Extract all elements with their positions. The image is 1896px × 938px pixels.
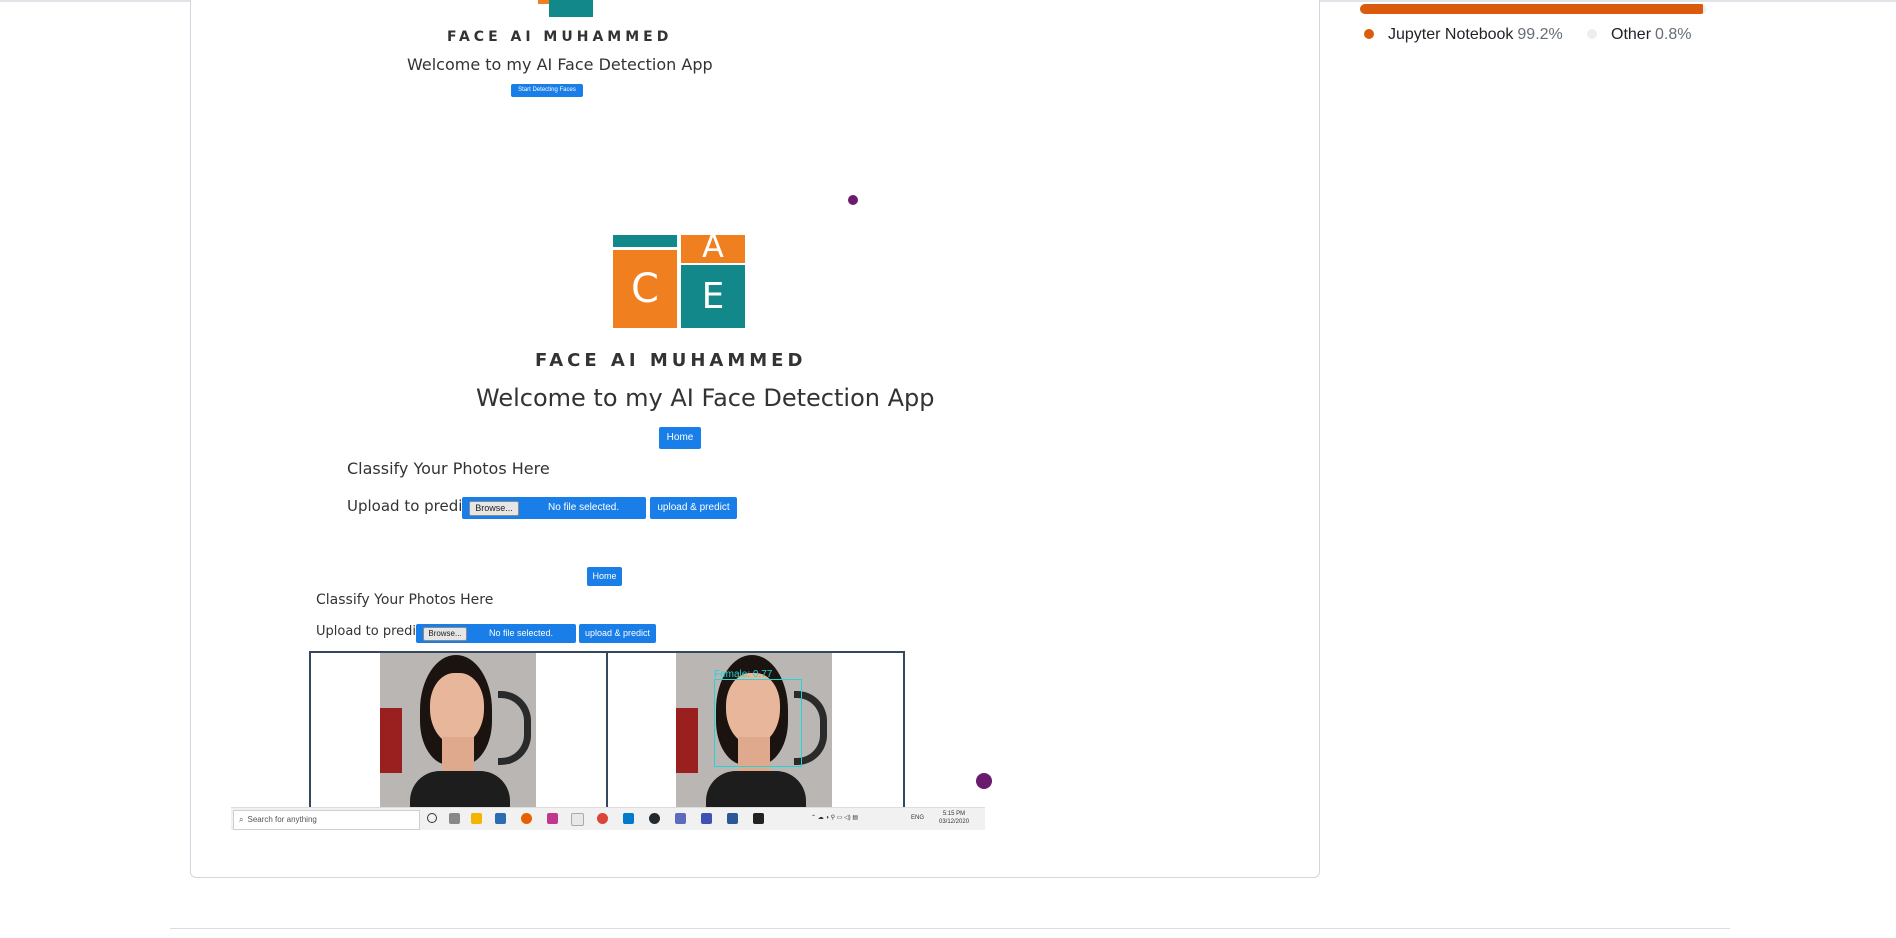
- taskbar-clock[interactable]: 5:15 PM 03/12/2020: [939, 810, 969, 826]
- backdrop-red-2: [676, 708, 698, 773]
- start-detecting-button[interactable]: Start Detecting Faces: [511, 84, 583, 97]
- original-photo: [380, 653, 536, 809]
- logo-letter-e: E: [701, 276, 725, 317]
- file-status-text-2: No file selected.: [489, 628, 554, 638]
- search-icon: ⌕: [239, 815, 244, 824]
- logo-letter-a: A: [702, 227, 724, 265]
- home-button[interactable]: Home: [659, 427, 701, 449]
- file-input-2[interactable]: Browse... No file selected.: [416, 624, 576, 643]
- vscode-icon[interactable]: [623, 813, 634, 824]
- upload-label-2: Upload to predict: [316, 624, 429, 639]
- language-bar-other[interactable]: [1703, 4, 1706, 14]
- language-percent: 99.2%: [1517, 26, 1563, 43]
- task-view-icon[interactable]: [449, 813, 460, 824]
- taskbar-time: 5:15 PM: [942, 811, 966, 817]
- language-name: Jupyter Notebook: [1388, 26, 1514, 43]
- language-bar-jupyter[interactable]: [1360, 4, 1703, 14]
- face-detection-box: [714, 679, 802, 767]
- taskbar-date: 03/12/2020: [939, 819, 970, 825]
- readme-container: FACE AI MUHAMMED Welcome to my AI Face D…: [190, 0, 1320, 878]
- github-icon[interactable]: [649, 813, 660, 824]
- windows-taskbar: ⌕ Search for anything ⌃ ☁ ◑ ⚲ ▭ ◁) ▤ ENG …: [231, 807, 985, 830]
- logo-square-teal-top: [549, 0, 593, 17]
- file-input[interactable]: Browse... No file selected.: [462, 497, 646, 519]
- upload-predict-button-2[interactable]: upload & predict: [579, 624, 656, 643]
- browse-button[interactable]: Browse...: [469, 501, 519, 516]
- cursor-marker: [848, 195, 858, 205]
- store-icon[interactable]: [495, 813, 506, 824]
- welcome-heading-top: Welcome to my AI Face Detection App: [407, 55, 713, 74]
- file-explorer-icon[interactable]: [471, 813, 482, 824]
- welcome-heading: Welcome to my AI Face Detection App: [476, 384, 935, 412]
- classify-heading-2: Classify Your Photos Here: [316, 592, 494, 608]
- taskbar-search[interactable]: ⌕ Search for anything: [233, 810, 420, 830]
- chrome-icon[interactable]: [597, 813, 608, 824]
- logo-square-teal-a: [613, 235, 677, 247]
- frame-divider: [606, 653, 608, 809]
- terminal-icon[interactable]: [753, 813, 764, 824]
- languages-bar: [1360, 4, 1706, 14]
- language-percent: 0.8%: [1655, 26, 1692, 43]
- language-name: Other: [1611, 26, 1652, 43]
- shirt: [410, 771, 510, 809]
- detection-label: Female: 0.77: [714, 669, 773, 680]
- face: [430, 673, 484, 745]
- upload-predict-button[interactable]: upload & predict: [650, 497, 737, 519]
- cursor-marker-2: [976, 773, 992, 789]
- teams-icon[interactable]: [675, 813, 686, 824]
- logo-square-orange-a: A: [681, 230, 745, 263]
- detected-photo: Female: 0.77: [676, 653, 832, 809]
- backdrop-letter: [498, 691, 531, 765]
- browse-button-2[interactable]: Browse...: [423, 627, 467, 641]
- language-color-dot: [1364, 29, 1374, 39]
- language-item-jupyter[interactable]: Jupyter Notebook 99.2%: [1364, 26, 1563, 44]
- shirt-2: [706, 771, 806, 809]
- logo-letter-c: C: [631, 266, 659, 312]
- classify-heading: Classify Your Photos Here: [347, 459, 550, 478]
- language-indicator[interactable]: ENG: [911, 815, 924, 821]
- prediction-frame: Female: 0.77: [309, 651, 905, 811]
- taskbar-search-placeholder: Search for anything: [247, 815, 317, 824]
- footer-divider: [170, 928, 1730, 929]
- paint-icon[interactable]: [571, 813, 584, 826]
- outlook-icon[interactable]: [701, 813, 712, 824]
- logo-square-teal-e: E: [681, 265, 745, 328]
- file-status-text: No file selected.: [548, 502, 620, 513]
- upload-label: Upload to predict: [347, 497, 477, 515]
- language-item-other[interactable]: Other 0.8%: [1587, 26, 1691, 44]
- backdrop-red: [380, 708, 402, 773]
- brand-title: FACE AI MUHAMMED: [535, 350, 807, 371]
- system-tray-icons[interactable]: ⌃ ☁ ◑ ⚲ ▭ ◁) ▤: [811, 814, 858, 821]
- home-button-2[interactable]: Home: [587, 567, 622, 586]
- word-icon[interactable]: [727, 813, 738, 824]
- app-icon[interactable]: [547, 813, 558, 824]
- neck: [442, 737, 474, 773]
- firefox-icon[interactable]: [521, 813, 532, 824]
- logo-square-orange-c: C: [613, 250, 677, 328]
- brand-title-top: FACE AI MUHAMMED: [447, 29, 673, 45]
- cortana-icon[interactable]: [427, 813, 437, 823]
- language-color-dot: [1587, 29, 1597, 39]
